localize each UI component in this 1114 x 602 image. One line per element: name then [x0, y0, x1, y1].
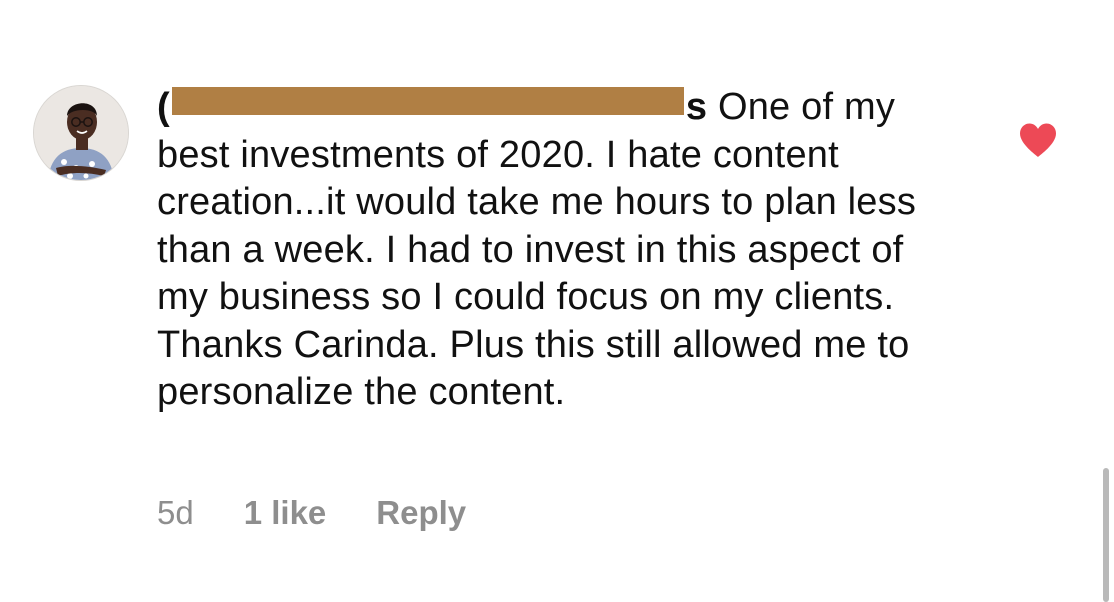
avatar-image	[34, 86, 128, 180]
reply-button[interactable]: Reply	[376, 494, 466, 532]
username-visible-end: s	[685, 86, 708, 128]
comment-item: (s One of my best investments of 2020. I…	[0, 0, 1114, 602]
comment-meta: 5d 1 like Reply	[157, 494, 466, 532]
scrollbar[interactable]	[1103, 468, 1109, 602]
username-redaction	[171, 87, 684, 115]
likes-count-button[interactable]: 1 like	[244, 494, 327, 532]
username-visible-start: (	[157, 86, 170, 128]
heart-icon[interactable]	[1018, 122, 1058, 158]
comment-username[interactable]: (s	[157, 86, 707, 128]
avatar[interactable]	[34, 86, 128, 180]
comment-age: 5d	[157, 494, 194, 531]
comment-body: (s One of my best investments of 2020. I…	[157, 84, 957, 417]
comment-text: One of my best investments of 2020. I ha…	[157, 86, 917, 413]
